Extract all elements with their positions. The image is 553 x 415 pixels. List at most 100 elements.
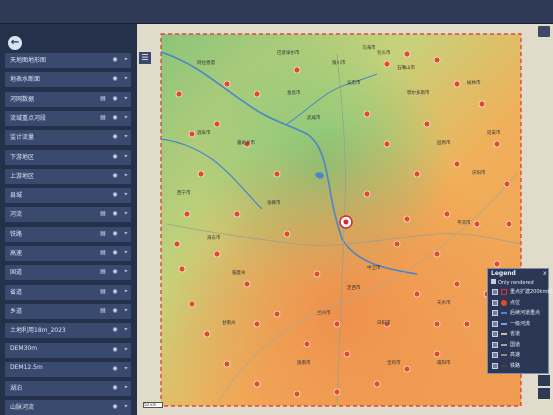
locate-icon[interactable]: ⌖: [122, 307, 130, 315]
point-marker[interactable]: [223, 80, 231, 88]
point-marker[interactable]: [188, 130, 196, 138]
locate-icon[interactable]: ⌖: [122, 249, 130, 257]
locate-icon[interactable]: ⌖: [122, 403, 130, 411]
eye-icon[interactable]: ◉: [111, 210, 119, 218]
locate-icon[interactable]: ⌖: [122, 268, 130, 276]
eye-icon[interactable]: ◉: [111, 288, 119, 296]
eye-icon[interactable]: ◉: [111, 384, 119, 392]
locate-icon[interactable]: ⌖: [122, 365, 130, 373]
locate-icon[interactable]: ⌖: [122, 153, 130, 161]
locate-icon[interactable]: ⌖: [122, 288, 130, 296]
table-icon[interactable]: ▤: [99, 268, 107, 276]
eye-icon[interactable]: ◉: [111, 403, 119, 411]
layer-row[interactable]: 湖泊 ◉ ⌖: [5, 381, 131, 397]
layer-row[interactable]: DEM30m ◉ ⌖: [5, 342, 131, 358]
point-marker[interactable]: [413, 290, 421, 298]
only-rendered-toggle[interactable]: Only rendered: [491, 279, 534, 286]
point-marker[interactable]: [413, 170, 421, 178]
eye-icon[interactable]: ◉: [111, 326, 119, 334]
point-marker[interactable]: [363, 110, 371, 118]
point-marker[interactable]: [273, 170, 281, 178]
locate-icon[interactable]: ⌖: [122, 326, 130, 334]
table-icon[interactable]: ▤: [99, 114, 107, 122]
point-marker[interactable]: [403, 50, 411, 58]
zoom-in-button[interactable]: [538, 375, 550, 386]
zoom-out-button[interactable]: [538, 388, 550, 399]
eye-icon[interactable]: ◉: [111, 153, 119, 161]
eye-icon[interactable]: ◉: [111, 172, 119, 180]
point-marker[interactable]: [178, 265, 186, 273]
legend-item[interactable]: 一级河流: [492, 320, 548, 330]
point-marker[interactable]: [253, 320, 261, 328]
locate-icon[interactable]: ⌖: [122, 114, 130, 122]
table-icon[interactable]: ▤: [99, 95, 107, 103]
point-marker[interactable]: [443, 210, 451, 218]
point-marker[interactable]: [493, 140, 501, 148]
point-marker[interactable]: [403, 365, 411, 373]
legend-checkbox[interactable]: [492, 352, 498, 358]
point-marker[interactable]: [333, 388, 341, 396]
point-marker[interactable]: [433, 250, 441, 258]
point-marker[interactable]: [283, 230, 291, 238]
point-marker[interactable]: [233, 210, 241, 218]
point-marker[interactable]: [453, 80, 461, 88]
locate-icon[interactable]: ⌖: [122, 56, 130, 64]
eye-icon[interactable]: ◉: [111, 133, 119, 141]
point-marker[interactable]: [343, 350, 351, 358]
point-marker[interactable]: [433, 350, 441, 358]
legend-checkbox[interactable]: [492, 289, 498, 295]
point-marker[interactable]: [503, 180, 511, 188]
eye-icon[interactable]: ◉: [111, 230, 119, 238]
layer-row[interactable]: 国道 ▤ ◉ ⌖: [5, 265, 131, 281]
layer-row[interactable]: 监计流量 ◉ ⌖: [5, 130, 131, 146]
point-marker[interactable]: [363, 190, 371, 198]
point-marker[interactable]: [493, 260, 501, 268]
legend-checkbox[interactable]: [492, 331, 498, 337]
legend-checkbox[interactable]: [492, 341, 498, 348]
layer-row[interactable]: 县城 ◉ ⌖: [5, 188, 131, 204]
eye-icon[interactable]: ◉: [111, 346, 119, 354]
layer-row[interactable]: 上游地区 ◉ ⌖: [5, 168, 131, 184]
point-marker[interactable]: [453, 280, 461, 288]
back-arrow-icon[interactable]: ←: [8, 36, 22, 50]
point-marker[interactable]: [383, 140, 391, 148]
legend-checkbox[interactable]: [492, 362, 498, 369]
legend-item[interactable]: 国道: [492, 341, 548, 351]
layer-row[interactable]: 土地利用18m_2023 ◉ ⌖: [5, 323, 131, 339]
point-marker[interactable]: [223, 360, 231, 368]
point-marker[interactable]: [383, 60, 391, 68]
locate-icon[interactable]: ⌖: [122, 346, 130, 354]
map-tool-button[interactable]: [538, 26, 550, 37]
point-marker[interactable]: [273, 310, 281, 318]
eye-icon[interactable]: ◉: [111, 249, 119, 257]
layer-row[interactable]: 河流 ▤ ◉ ⌖: [5, 207, 131, 223]
eye-icon[interactable]: ◉: [111, 56, 119, 64]
point-marker[interactable]: [433, 320, 441, 328]
table-icon[interactable]: ▤: [99, 307, 107, 315]
locate-icon[interactable]: ⌖: [122, 95, 130, 103]
legend-checkbox[interactable]: [492, 310, 498, 316]
table-icon[interactable]: ▤: [99, 210, 107, 218]
point-marker[interactable]: [313, 270, 321, 278]
point-marker[interactable]: [373, 380, 381, 388]
legend-item[interactable]: 重点扩建200km缓冲: [492, 288, 553, 298]
layer-row[interactable]: 铁路 ▤ ◉ ⌖: [5, 226, 131, 242]
legend-item[interactable]: 铁路: [492, 362, 548, 372]
point-marker[interactable]: [293, 66, 301, 74]
point-marker[interactable]: [243, 280, 251, 288]
point-marker[interactable]: [478, 100, 486, 108]
layer-row[interactable]: DEM12.5m ◉ ⌖: [5, 361, 131, 377]
layer-row[interactable]: 高速 ▤ ◉ ⌖: [5, 246, 131, 261]
layer-row[interactable]: 乡道 ▤ ◉ ⌖: [5, 303, 131, 319]
layer-row[interactable]: 天地图地形图 ◉ ⌖: [5, 53, 131, 68]
locate-icon[interactable]: ⌖: [122, 210, 130, 218]
table-icon[interactable]: ▤: [99, 288, 107, 296]
point-marker[interactable]: [203, 330, 211, 338]
point-marker[interactable]: [188, 300, 196, 308]
point-marker[interactable]: [453, 160, 461, 168]
legend-checkbox[interactable]: [492, 299, 498, 306]
legend-item[interactable]: 后续河道重点: [492, 309, 548, 319]
locate-icon[interactable]: ⌖: [122, 191, 130, 199]
layer-row[interactable]: 地表水断面 ◉ ⌖: [5, 72, 131, 88]
point-marker[interactable]: [253, 380, 261, 388]
